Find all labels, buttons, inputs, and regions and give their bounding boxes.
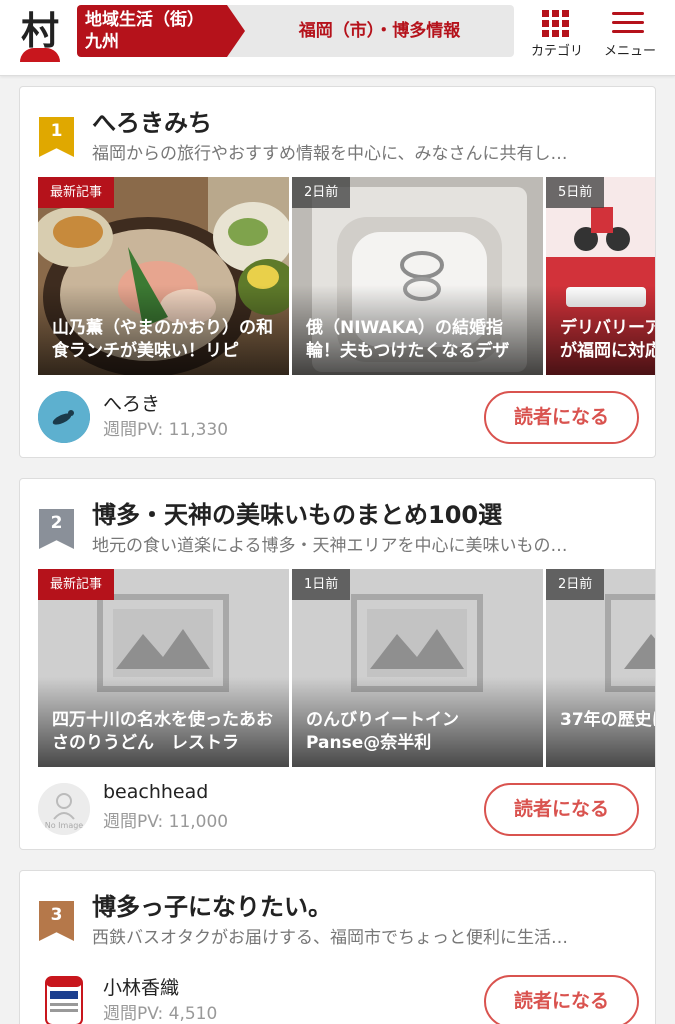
article-title: 37年の歴史に幕閉店予定。 [560,710,655,730]
category-label: カテゴリ [530,44,583,59]
weekly-pv: 週間PV: 11,330 [103,420,229,440]
article-title: デリバリーアプリ「menu」が福岡に対応 [560,318,656,361]
follow-button[interactable]: 読者になる [484,783,639,836]
breadcrumb-arrow-icon [227,5,245,57]
blog-description: 福岡からの旅行やおすすめ情報を中心に、みなさんに共有し… [92,144,568,164]
article-tag: 2日前 [546,569,605,600]
article-thumb[interactable]: 最新記事 山乃薫（やまのかおり）の和食ランチが美味い！リピ [38,177,289,375]
category-button[interactable]: カテゴリ [525,8,589,64]
breadcrumb-city[interactable]: 福岡（市）・博多情報 [252,5,507,57]
blog-description: 地元の食い道楽による博多・天神エリアを中心に美味いもの… [92,536,568,556]
article-thumb[interactable]: 5日前 デリバリーアプリ「menu」が福岡に対応 [546,177,656,375]
author-name[interactable]: beachhead [103,781,208,803]
site-header: 村 地域生活（街）九州 福岡（市）・博多情報 カテゴリ メニュー [0,0,675,76]
weekly-pv: 週間PV: 4,510 [103,1004,218,1024]
breadcrumb: 地域生活（街）九州 福岡（市）・博多情報 [77,5,514,57]
author-row: 小林香織 週間PV: 4,510 読者になる [38,961,639,1024]
article-tag: 最新記事 [38,569,115,600]
avatar[interactable]: No Image [38,783,90,835]
article-thumb[interactable]: 2日前 俄（NIWAKA）の結婚指輪！夫もつけたくなるデザ [292,177,543,375]
rank-badge: 1 [39,117,74,157]
avatar[interactable] [38,975,90,1024]
logo-sun-icon [20,48,60,62]
menu-button[interactable]: メニュー [598,8,662,64]
blog-card[interactable]: 3 博多っ子になりたい。 西鉄バスオタクがお届けする、福岡市でちょっと便利に生活… [19,870,656,1024]
blog-card[interactable]: 2 博多・天神の美味いものまとめ100選 地元の食い道楽による博多・天神エリアを… [19,478,656,850]
follow-button[interactable]: 読者になる [484,975,639,1024]
no-image-label: No Image [44,821,84,830]
author-row: No Image beachhead 週間PV: 11,000 読者になる [38,769,639,849]
article-thumb[interactable]: 2日前 37年の歴史に幕閉店予定。 [546,569,655,767]
blog-card[interactable]: 1 へろきみち 福岡からの旅行やおすすめ情報を中心に、みなさんに共有し… 最新記… [19,86,656,458]
site-logo[interactable]: 村 [14,4,66,62]
avatar[interactable] [38,391,90,443]
article-carousel[interactable]: 最新記事 山乃薫（やまのかおり）の和食ランチが美味い！リピ 2日前 俄（NIWA… [38,177,656,375]
author-name[interactable]: 小林香織 [103,973,179,1000]
hamburger-icon [612,12,644,34]
article-tag: 最新記事 [38,177,115,208]
article-thumb[interactable]: 1日前 のんびりイートイン Panse@奈半利 [292,569,543,767]
article-title: 山乃薫（やまのかおり）の和食ランチが美味い！リピ [52,318,273,361]
blog-description: 西鉄バスオタクがお届けする、福岡市でちょっと便利に生活… [92,928,568,948]
article-title: 四万十川の名水を使ったあおさのりうどん レストラ [52,710,273,753]
blog-title[interactable]: 博多っ子になりたい。 [92,887,332,922]
blog-title[interactable]: 博多・天神の美味いものまとめ100選 [92,495,502,530]
article-tag: 5日前 [546,177,605,208]
article-title: のんびりイートイン Panse@奈半利 [306,710,476,753]
article-title: 俄（NIWAKA）の結婚指輪！夫もつけたくなるデザ [306,318,510,361]
grid-icon [542,10,570,38]
article-tag: 2日前 [292,177,351,208]
article-carousel[interactable]: 最新記事 四万十川の名水を使ったあおさのりうどん レストラ 1日前 のんびりイー… [38,569,655,767]
article-thumb[interactable]: 最新記事 四万十川の名水を使ったあおさのりうどん レストラ [38,569,289,767]
menu-label: メニュー [603,44,656,59]
blog-title[interactable]: へろきみち [92,103,212,138]
weekly-pv: 週間PV: 11,000 [103,812,229,832]
follow-button[interactable]: 読者になる [484,391,639,444]
bus-stop-sign-icon [38,975,90,1024]
author-name[interactable]: へろき [103,389,160,416]
rank-badge: 2 [39,509,74,549]
logo-text: 村 [20,8,59,53]
author-row: へろき 週間PV: 11,330 読者になる [38,377,639,457]
diver-avatar-icon [38,391,90,443]
breadcrumb-region[interactable]: 地域生活（街）九州 [77,5,227,57]
rank-badge: 3 [39,901,74,941]
article-tag: 1日前 [292,569,351,600]
